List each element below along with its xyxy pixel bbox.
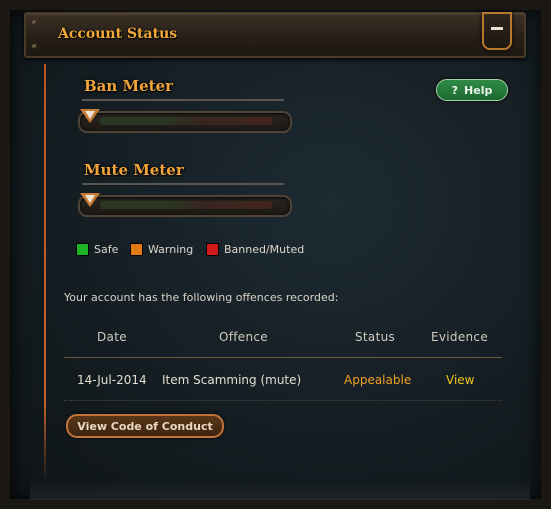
panel-bottom-edge: [30, 480, 530, 500]
panel-title: Account Status: [58, 26, 178, 42]
offence-name: Item Scamming (mute): [162, 373, 302, 387]
collapse-button[interactable]: [482, 12, 512, 50]
rivet-decoration: [32, 20, 37, 25]
help-label: Help: [464, 83, 493, 97]
column-header-evidence: Evidence: [431, 330, 489, 344]
banned-muted-swatch: [206, 243, 219, 256]
column-header-offence: Offence: [219, 330, 268, 344]
legend-item-safe: Safe: [76, 243, 118, 256]
offence-date: 14-Jul-2014: [77, 373, 147, 387]
mute-meter-indicator: [80, 193, 100, 215]
view-code-of-conduct-button[interactable]: View Code of Conduct: [66, 414, 224, 438]
help-button[interactable]: ? Help: [436, 79, 508, 101]
legend-label: Banned/Muted: [224, 243, 305, 256]
column-header-date: Date: [97, 330, 127, 344]
offences-intro: Your account has the following offences …: [64, 291, 339, 304]
warning-swatch: [130, 243, 143, 256]
panel-accent-line: [44, 64, 46, 484]
ban-meter-rule: [82, 99, 284, 101]
rivet-decoration: [32, 44, 37, 49]
ban-meter-scale: [100, 117, 272, 125]
account-status-window: Account Status Ban Meter ? Help Mute Met…: [0, 0, 551, 509]
column-header-status: Status: [355, 330, 396, 344]
question-icon: ?: [451, 83, 459, 97]
table-header-divider: [64, 357, 502, 358]
legend-label: Safe: [94, 243, 119, 256]
mute-meter-scale: [100, 201, 272, 209]
panel-header: Account Status: [24, 12, 526, 58]
mute-meter-rule: [82, 183, 284, 185]
offence-status: Appealable: [344, 373, 412, 387]
ban-meter: [78, 109, 292, 133]
legend-item-warning: Warning: [130, 243, 193, 256]
legend-label: Warning: [148, 243, 194, 256]
safe-swatch: [76, 243, 89, 256]
evidence-view-link[interactable]: View: [446, 373, 474, 387]
legend-item-banned-muted: Banned/Muted: [206, 243, 304, 256]
table-row-divider: [64, 400, 502, 401]
mute-meter: [78, 193, 292, 217]
mute-meter-label: Mute Meter: [84, 161, 184, 179]
ban-meter-indicator: [80, 109, 100, 131]
ban-meter-label: Ban Meter: [84, 77, 174, 95]
